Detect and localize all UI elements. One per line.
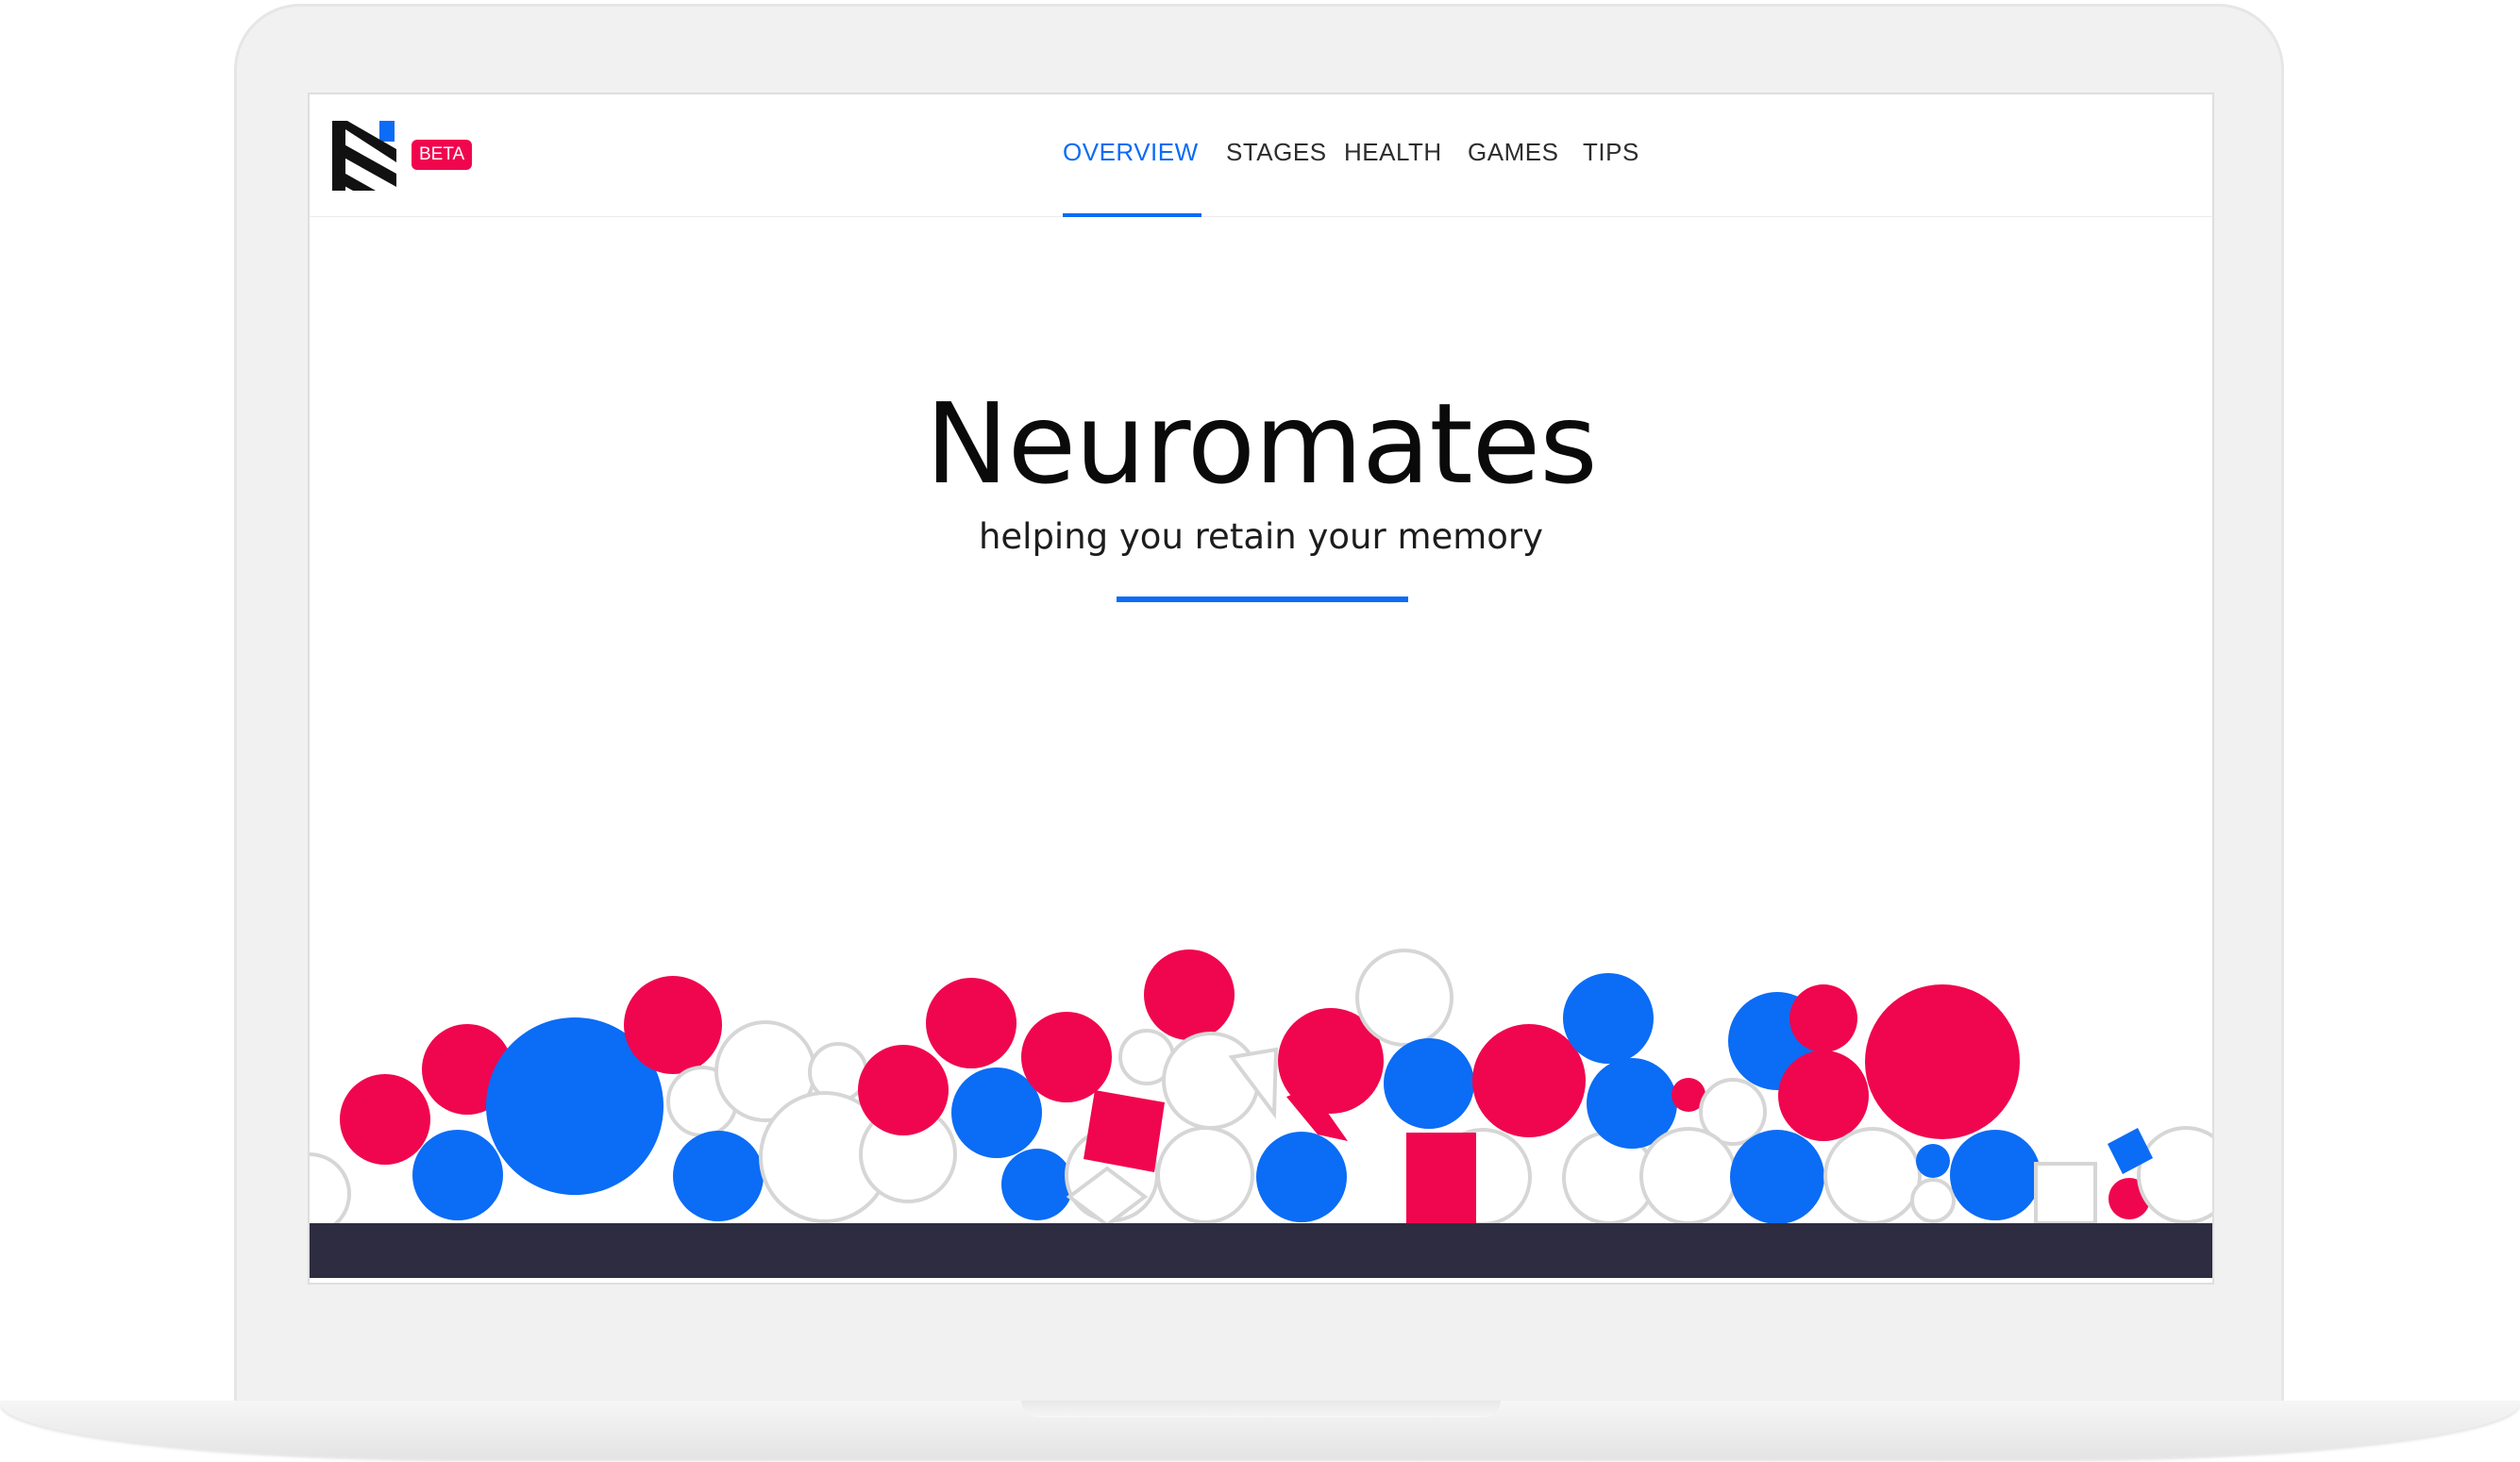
physics-circle[interactable] — [1910, 1178, 1956, 1223]
physics-circle[interactable] — [1950, 1130, 2041, 1220]
physics-circle[interactable] — [1563, 973, 1654, 1064]
nav-item-health[interactable]: HEALTH — [1344, 138, 1442, 167]
physics-circle[interactable] — [1162, 1032, 1260, 1130]
physics-shapes-playground[interactable] — [310, 94, 2212, 1285]
physics-circle[interactable] — [340, 1074, 430, 1165]
page-subtitle: helping you retain your memory — [978, 516, 1544, 557]
page-title: Neuromates — [925, 378, 1597, 509]
physics-square[interactable] — [1406, 1133, 1476, 1223]
nav-item-games[interactable]: GAMES — [1468, 138, 1558, 167]
physics-circle[interactable] — [1144, 949, 1235, 1040]
physics-circle[interactable] — [1472, 1024, 1586, 1137]
physics-circle[interactable] — [858, 1045, 949, 1135]
physics-circle[interactable] — [1778, 1050, 1869, 1141]
physics-circle[interactable] — [1384, 1038, 1474, 1129]
physics-circle[interactable] — [1001, 1149, 1073, 1220]
physics-circle[interactable] — [673, 1131, 764, 1221]
physics-circle[interactable] — [2137, 1126, 2212, 1224]
title-divider — [1117, 597, 1408, 602]
physics-circle[interactable] — [1916, 1144, 1950, 1178]
physics-circle[interactable] — [1639, 1127, 1738, 1225]
physics-circle[interactable] — [1865, 984, 2020, 1139]
nav-item-tips[interactable]: TIPS — [1583, 138, 1639, 167]
physics-circle[interactable] — [412, 1130, 503, 1220]
physics-circle[interactable] — [1021, 1012, 1112, 1102]
nav-active-underline — [1063, 213, 1201, 217]
physics-circle[interactable] — [1156, 1126, 1254, 1224]
nav-item-overview[interactable]: OVERVIEW — [1063, 138, 1199, 167]
browser-viewport: BETA OVERVIEW STAGES HEALTH GAMES TIPS N… — [308, 92, 2214, 1285]
physics-circle[interactable] — [624, 976, 722, 1074]
physics-circle[interactable] — [1823, 1127, 1922, 1225]
physics-circle[interactable] — [926, 978, 1016, 1068]
physics-circle[interactable] — [1256, 1132, 1347, 1222]
physics-square[interactable] — [1084, 1090, 1165, 1172]
top-navbar: BETA OVERVIEW STAGES HEALTH GAMES TIPS — [310, 94, 2212, 217]
physics-square[interactable] — [2034, 1162, 2097, 1225]
laptop-mockup: BETA OVERVIEW STAGES HEALTH GAMES TIPS N… — [0, 0, 2520, 1462]
physics-circle[interactable] — [1730, 1130, 1824, 1224]
main-nav: OVERVIEW STAGES HEALTH GAMES TIPS — [310, 94, 2212, 217]
physics-circle[interactable] — [1355, 949, 1453, 1047]
ground-bar — [310, 1223, 2212, 1278]
nav-item-stages[interactable]: STAGES — [1226, 138, 1327, 167]
physics-circle[interactable] — [1789, 984, 1857, 1052]
physics-circle[interactable] — [310, 1152, 351, 1235]
laptop-notch — [1021, 1401, 1501, 1418]
